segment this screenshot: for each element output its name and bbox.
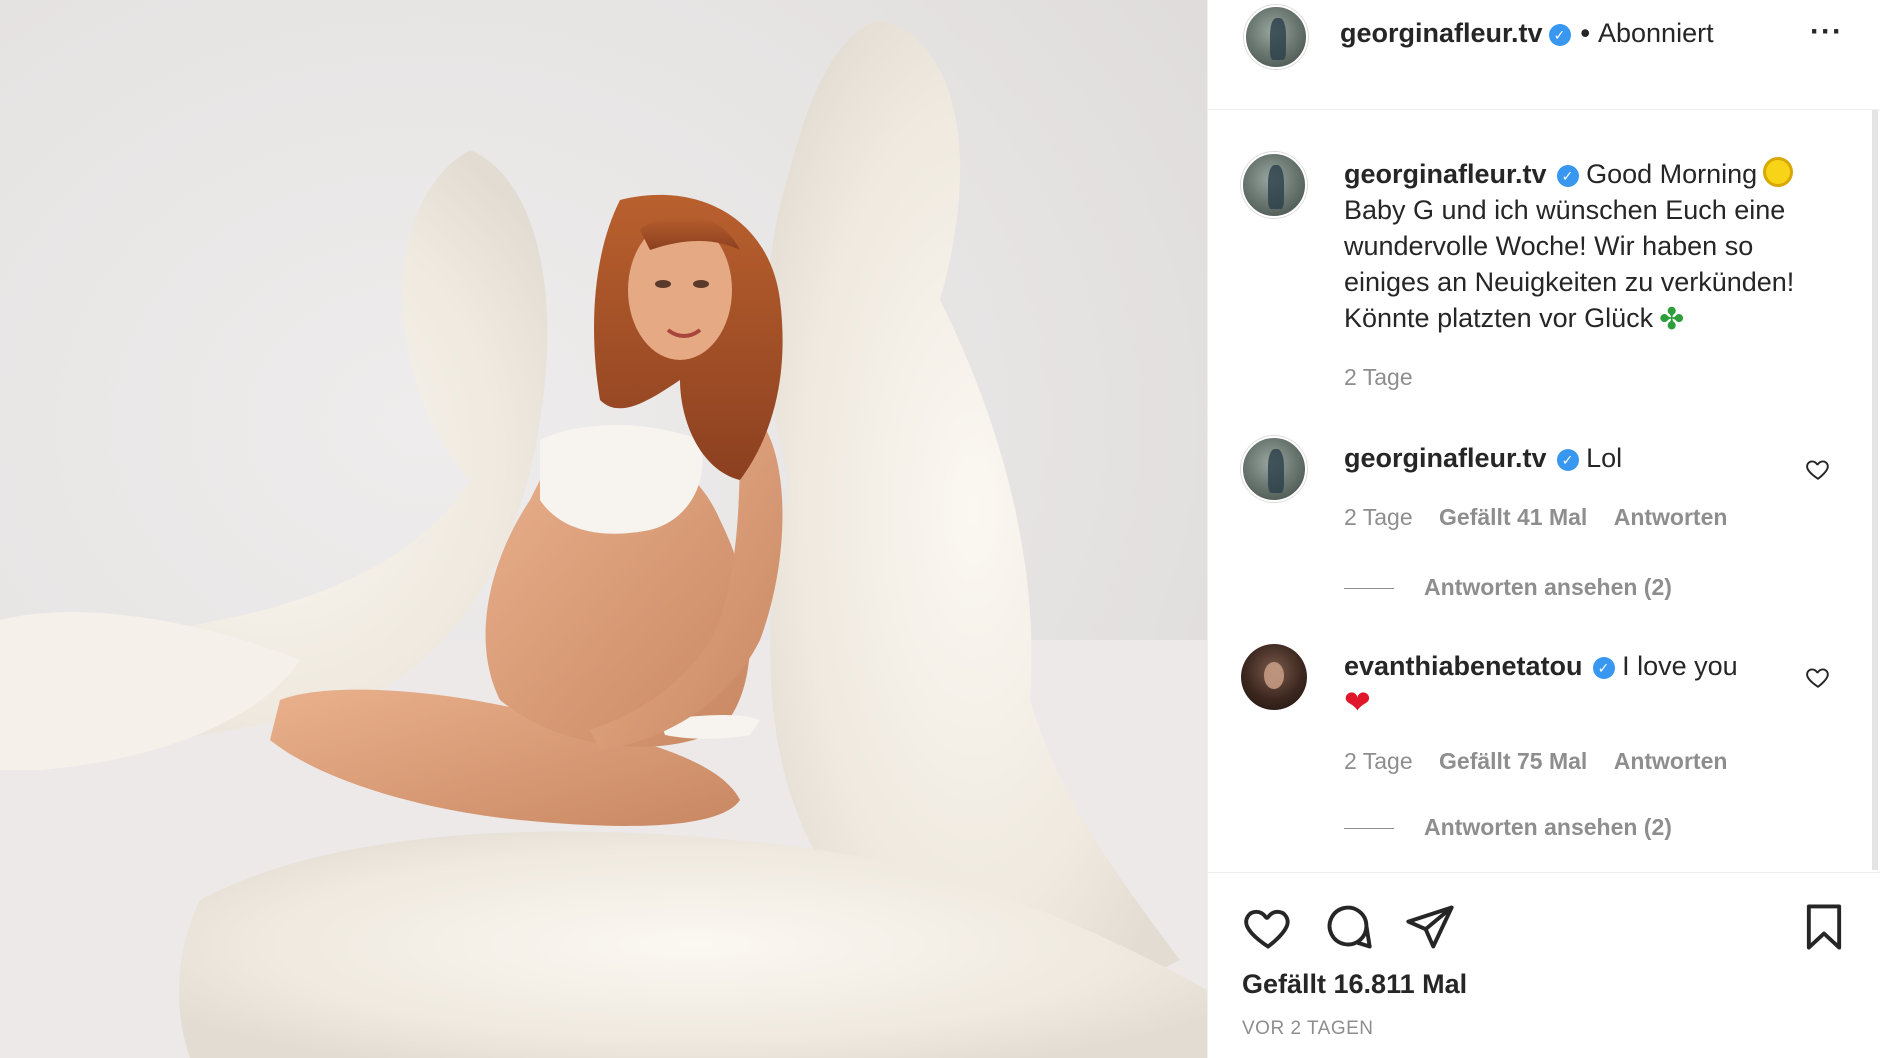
post-actions: Gefällt 16.811 Mal VOR 2 TAGEN (1208, 872, 1880, 1058)
photo-illustration (0, 20, 1207, 1058)
comment-likes[interactable]: Gefällt 75 Mal (1439, 748, 1587, 774)
like-count[interactable]: Gefällt 16.811 Mal (1242, 969, 1467, 1000)
verified-badge-icon: ✓ (1548, 24, 1571, 46)
caption-text-body: Baby G und ich wünschen Euch eine wunder… (1344, 195, 1795, 333)
verified-badge-icon: ✓ (1592, 657, 1615, 679)
author-avatar[interactable] (1244, 5, 1308, 69)
share-direct-icon[interactable] (1404, 901, 1456, 953)
caption-text: georginafleur.tv ✓ Good Morning Baby G un… (1344, 156, 1824, 338)
caption-username[interactable]: georginafleur.tv (1344, 159, 1547, 189)
comment-text: georginafleur.tv ✓ Lol (1344, 440, 1824, 476)
post-photo[interactable] (0, 0, 1207, 1058)
view-replies-button[interactable]: Antworten ansehen (2) (1344, 574, 1672, 601)
comment-icon[interactable] (1322, 901, 1374, 953)
caption-time[interactable]: 2 Tage (1344, 364, 1413, 390)
author-username[interactable]: georginafleur.tv (1340, 18, 1543, 48)
comment-like-icon[interactable] (1805, 664, 1831, 690)
replies-divider (1344, 828, 1394, 830)
verified-badge-icon: ✓ (1556, 449, 1579, 471)
comment-meta: 2 Tage Gefällt 41 Mal Antworten (1344, 504, 1747, 531)
save-bookmark-icon[interactable] (1798, 901, 1850, 953)
view-replies-label: Antworten ansehen (2) (1424, 814, 1672, 840)
comment-like-icon[interactable] (1805, 456, 1831, 482)
caption-text-line1: Good Morning (1586, 159, 1758, 189)
post-side-panel: georginafleur.tv ✓ • Abonniert ··· georgina… (1207, 0, 1880, 1058)
comment-username[interactable]: georginafleur.tv (1344, 443, 1547, 473)
replies-divider (1344, 588, 1394, 590)
comment-avatar[interactable] (1241, 436, 1307, 502)
comment-meta: 2 Tage Gefällt 75 Mal Antworten (1344, 748, 1747, 775)
post-header: georginafleur.tv ✓ • Abonniert ··· (1208, 0, 1880, 110)
comment-reply-button[interactable]: Antworten (1614, 504, 1728, 530)
caption-avatar[interactable] (1241, 152, 1307, 218)
comment-time[interactable]: 2 Tage (1344, 504, 1413, 530)
view-replies-button[interactable]: Antworten ansehen (2) (1344, 814, 1672, 841)
more-options-icon[interactable]: ··· (1810, 17, 1843, 47)
comment-time[interactable]: 2 Tage (1344, 748, 1413, 774)
separator-dot: • (1580, 18, 1590, 48)
like-heart-icon[interactable] (1242, 901, 1294, 953)
clover-emoji-icon: ✤ (1659, 303, 1685, 336)
comment-likes[interactable]: Gefällt 41 Mal (1439, 504, 1587, 530)
comments-scrollbar[interactable] (1872, 110, 1878, 870)
comment-body: Lol (1586, 443, 1623, 473)
verified-badge-icon: ✓ (1556, 165, 1579, 187)
comment-avatar[interactable] (1241, 644, 1307, 710)
comment-reply-button[interactable]: Antworten (1614, 748, 1728, 774)
follow-status-button[interactable]: Abonniert (1598, 18, 1714, 48)
comment-username[interactable]: evanthiabenetatou (1344, 651, 1583, 681)
comment-text: evanthiabenetatou ✓ I love you ❤ (1344, 648, 1824, 722)
sun-emoji-icon (1763, 157, 1794, 187)
view-replies-label: Antworten ansehen (2) (1424, 574, 1672, 600)
post-date[interactable]: VOR 2 TAGEN (1242, 1018, 1374, 1040)
header-author-line: georginafleur.tv ✓ • Abonniert (1340, 18, 1714, 49)
heart-emoji-icon: ❤ (1344, 684, 1371, 720)
comment-body: I love you (1622, 651, 1738, 681)
caption-meta: 2 Tage (1344, 364, 1433, 391)
